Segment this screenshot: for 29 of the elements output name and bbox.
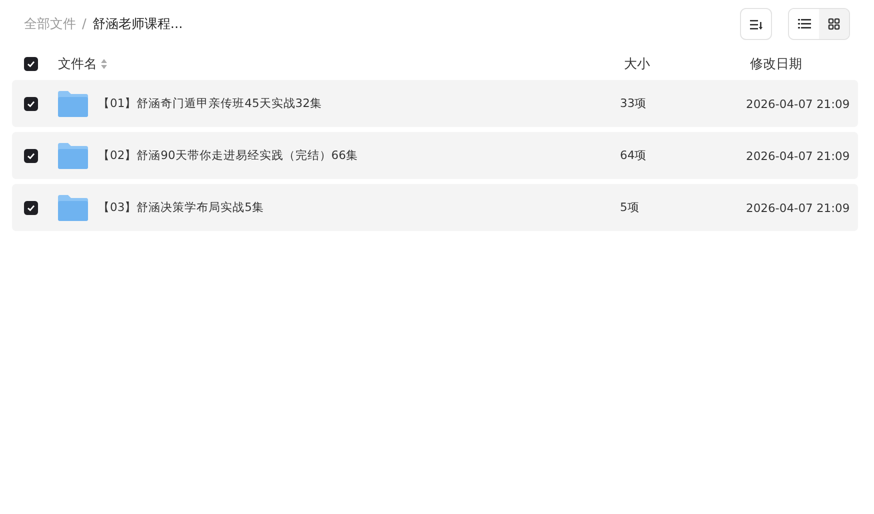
- file-row[interactable]: 【01】舒涵奇门遁甲亲传班45天实战32集 33项 2026-04-07 21:09: [12, 80, 858, 127]
- checkbox[interactable]: [24, 96, 38, 110]
- grid-icon: [828, 18, 840, 30]
- sort-icon: [750, 18, 762, 30]
- checkbox[interactable]: [24, 148, 38, 162]
- modified-date: 2026-04-07 21:09: [746, 148, 851, 162]
- checkbox[interactable]: [24, 57, 38, 71]
- file-row[interactable]: 【02】舒涵90天带你走进易经实践（完结）66集 64项 2026-04-07 21:09: [12, 132, 858, 179]
- file-name: 【01】舒涵奇门遁甲亲传班45天实战32集: [98, 96, 323, 111]
- folder-icon: [58, 194, 88, 220]
- item-count: 64项: [620, 148, 648, 163]
- column-header[interactable]: 文件名: [58, 55, 624, 73]
- sort-icon: [101, 59, 107, 69]
- current-folder: 舒涵老师课程...: [92, 16, 183, 33]
- column-header: 大小: [624, 56, 651, 73]
- list-icon: [798, 19, 810, 29]
- item-count: 33项: [620, 96, 648, 111]
- folder-icon: [58, 142, 88, 168]
- folder-icon: [58, 90, 88, 116]
- column-header: 修改日期: [750, 56, 803, 73]
- modified-date: 2026-04-07 21:09: [746, 200, 851, 214]
- modified-date: 2026-04-07 21:09: [746, 96, 851, 110]
- file-name: 【02】舒涵90天带你走进易经实践（完结）66集: [98, 148, 359, 163]
- item-count: 5项: [620, 200, 640, 215]
- sort-button[interactable]: [740, 8, 772, 40]
- file-row[interactable]: 【03】舒涵决策学布局实战5集 5项 2026-04-07 21:09: [12, 184, 858, 231]
- checkbox[interactable]: [24, 200, 38, 214]
- file-name: 【03】舒涵决策学布局实战5集: [98, 200, 265, 215]
- grid-view-button[interactable]: [819, 9, 849, 39]
